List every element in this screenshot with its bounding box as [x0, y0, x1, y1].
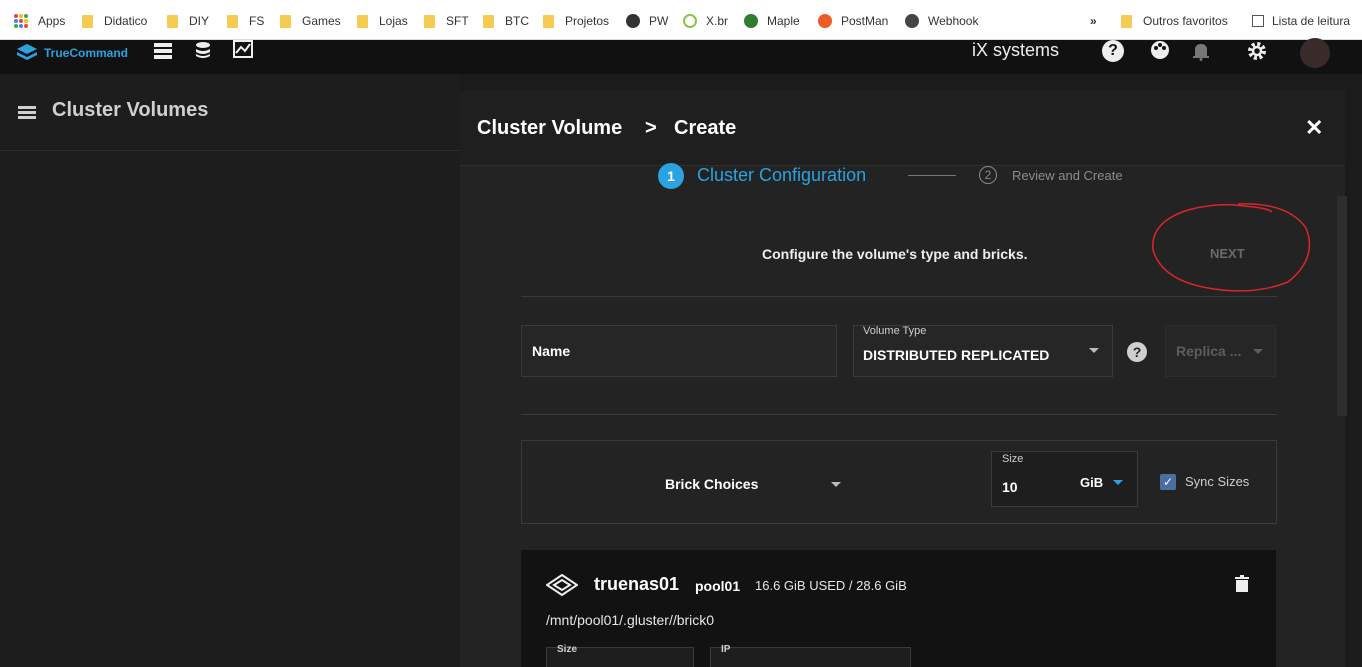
folder-icon — [424, 14, 435, 28]
page-title: Create — [674, 117, 737, 139]
server-cube-icon — [545, 573, 579, 601]
stepper-connector — [908, 175, 956, 176]
brick-ip-label: IP — [721, 644, 731, 655]
scrollbar[interactable] — [1337, 196, 1347, 416]
instructions: Configure the volume's type and bricks. — [762, 246, 1028, 262]
sync-sizes-label: Sync Sizes — [1185, 474, 1250, 489]
chevron-down-icon[interactable] — [831, 482, 841, 487]
check-icon — [683, 14, 697, 28]
reading-list-icon — [1252, 15, 1264, 27]
brick-path: /mnt/pool01/.gluster//brick0 — [546, 612, 715, 628]
avatar[interactable] — [1300, 38, 1330, 68]
bookmark-sft[interactable]: SFT — [424, 11, 469, 31]
replica-select[interactable]: Replica ... — [1165, 325, 1276, 377]
breadcrumb-parent[interactable]: Cluster Volume — [477, 117, 622, 140]
bookmark-games[interactable]: Games — [280, 11, 341, 31]
postman-icon — [818, 14, 832, 28]
red-annotation-circle — [1152, 203, 1311, 292]
bell-icon[interactable] — [1191, 41, 1211, 66]
truecommand-logo-icon — [17, 44, 37, 60]
bookmarks-bar: Apps Didatico DIY FS Games Lojas SFT BTC… — [0, 0, 1362, 40]
apps-grid-icon — [14, 14, 28, 28]
servers-icon — [18, 105, 36, 126]
name-placeholder: Name — [532, 343, 571, 359]
bookmark-diy[interactable]: DIY — [167, 11, 209, 31]
chevron-down-icon — [1253, 349, 1263, 354]
bookmark-other-folder[interactable]: Outros favoritos — [1121, 11, 1228, 31]
bookmarks-overflow[interactable]: » — [1090, 11, 1097, 31]
maple-icon — [744, 14, 758, 28]
folder-icon — [280, 14, 291, 28]
globe-icon — [626, 14, 640, 28]
bookmark-projetos[interactable]: Projetos — [543, 11, 609, 31]
volume-type-value: DISTRIBUTED REPLICATED — [863, 347, 1050, 363]
size-unit[interactable]: GiB — [1080, 475, 1103, 490]
sidebar-title: Cluster Volumes — [52, 99, 209, 121]
bookmark-webhook[interactable]: Webhook — [905, 11, 978, 31]
brick-pool: pool01 — [695, 578, 741, 594]
bookmark-postman[interactable]: PostMan — [818, 11, 888, 31]
step-2-label[interactable]: Review and Create — [1012, 168, 1123, 183]
bookmark-fs[interactable]: FS — [227, 11, 264, 31]
folder-icon — [483, 14, 494, 28]
size-label: Size — [1002, 453, 1024, 465]
folder-icon — [543, 14, 554, 28]
step-1-label[interactable]: Cluster Configuration — [697, 165, 866, 186]
bookmark-lojas[interactable]: Lojas — [357, 11, 408, 31]
database-icon[interactable] — [194, 41, 212, 64]
ixsystems-brand: iX systems — [972, 40, 1060, 60]
folder-icon — [227, 14, 238, 28]
trash-icon[interactable] — [1235, 575, 1249, 598]
sidebar — [0, 74, 460, 667]
chevron-down-icon[interactable] — [1113, 480, 1123, 485]
brick-size-label: Size — [557, 644, 578, 655]
divider — [521, 414, 1277, 415]
help-icon[interactable]: ? — [1102, 40, 1124, 62]
step-1-circle[interactable]: 1 — [658, 163, 684, 189]
bookmark-maple[interactable]: Maple — [744, 11, 800, 31]
brick-usage: 16.6 GiB USED / 28.6 GiB — [755, 578, 907, 593]
folder-icon — [1121, 14, 1132, 28]
chevron-down-icon — [1089, 348, 1099, 353]
brick-choices-select[interactable]: Brick Choices — [665, 476, 758, 492]
name-input[interactable]: Name — [521, 325, 837, 377]
palette-icon[interactable] — [1150, 40, 1170, 65]
sync-sizes-checkbox[interactable]: ✓ — [1160, 474, 1176, 490]
volume-type-select[interactable]: Volume Type DISTRIBUTED REPLICATED — [853, 325, 1113, 377]
size-input[interactable]: Size 10 GiB — [991, 451, 1138, 507]
truecommand-logo[interactable]: TrueCommand — [16, 43, 128, 63]
step-2-circle[interactable]: 2 — [979, 166, 997, 184]
webhook-icon — [905, 14, 919, 28]
brick-ip-input[interactable] — [710, 647, 911, 667]
divider — [0, 150, 460, 151]
folder-icon — [167, 14, 178, 28]
servers-icon[interactable] — [153, 42, 173, 65]
help-icon[interactable]: ? — [1127, 342, 1147, 362]
reading-list[interactable]: Lista de leitura — [1252, 11, 1350, 31]
size-value: 10 — [1002, 479, 1018, 495]
close-icon[interactable]: ✕ — [1305, 115, 1323, 141]
divider — [521, 296, 1277, 297]
volume-type-label: Volume Type — [863, 325, 927, 337]
bookmark-btc[interactable]: BTC — [483, 11, 529, 31]
bookmark-apps[interactable]: Apps — [14, 11, 65, 31]
bookmark-didatico[interactable]: Didatico — [82, 11, 147, 31]
breadcrumb-separator: > — [645, 117, 657, 139]
folder-icon — [357, 14, 368, 28]
brick-host: truenas01 — [594, 574, 680, 594]
folder-icon — [82, 14, 93, 28]
bookmark-xbr[interactable]: X.br — [683, 11, 728, 31]
bookmark-pw[interactable]: PW — [626, 11, 668, 31]
chart-icon[interactable] — [233, 40, 253, 63]
gear-icon[interactable] — [1246, 40, 1268, 67]
replica-label: Replica ... — [1176, 343, 1242, 359]
